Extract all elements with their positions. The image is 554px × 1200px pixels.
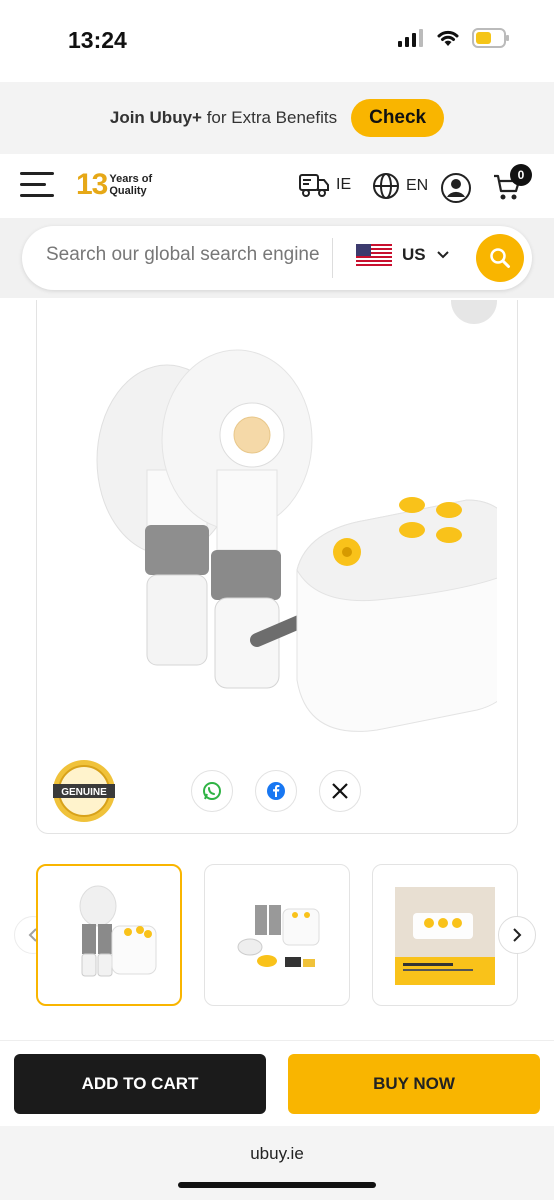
search-icon — [490, 248, 510, 268]
cart-count-badge: 0 — [510, 164, 532, 186]
facebook-share-button[interactable] — [255, 770, 297, 812]
status-icons — [398, 28, 510, 48]
promo-bar: Join Ubuy+ for Extra Benefits Check — [0, 82, 554, 154]
add-to-cart-button[interactable]: ADD TO CART — [14, 1054, 266, 1114]
logo-line1: Years of — [109, 173, 153, 185]
signal-icon — [398, 29, 423, 47]
x-icon — [332, 783, 348, 799]
genuine-label: GENUINE — [61, 787, 107, 798]
purchase-actions: ADD TO CART BUY NOW — [0, 1040, 554, 1126]
chevron-right-icon — [513, 928, 522, 942]
logo-number: 13 — [76, 168, 108, 201]
wifi-icon — [437, 30, 459, 46]
x-share-button[interactable] — [319, 770, 361, 812]
battery-icon — [472, 28, 509, 48]
language-code: EN — [406, 177, 429, 194]
promo-brand: Join Ubuy+ — [109, 108, 202, 127]
promo-text: Join Ubuy+ for Extra Benefits — [110, 108, 337, 128]
status-bar: 13:24 — [0, 0, 554, 82]
chevron-down-icon — [436, 251, 449, 259]
account-button[interactable] — [440, 172, 472, 204]
delivery-selector[interactable]: IE — [298, 172, 351, 198]
next-thumbnail-button[interactable] — [498, 916, 536, 954]
thumbnail-3-image — [395, 887, 495, 985]
share-buttons — [191, 770, 361, 812]
whatsapp-share-button[interactable] — [191, 770, 233, 812]
thumbnail-3[interactable] — [372, 864, 518, 1006]
user-icon — [441, 173, 471, 203]
language-selector[interactable]: EN — [372, 172, 428, 200]
thumbnail-1-image — [79, 885, 157, 977]
whatsapp-icon — [203, 782, 221, 800]
search-section: US — [0, 218, 554, 298]
status-time: 13:24 — [68, 27, 127, 53]
thumbnail-carousel — [0, 864, 554, 1008]
logo[interactable]: 13 Years of Quality — [76, 168, 152, 202]
search-button[interactable] — [476, 234, 524, 282]
cart-button[interactable]: 0 — [492, 164, 532, 207]
thumbnail-1[interactable] — [36, 864, 182, 1006]
promo-desc: for Extra Benefits — [206, 108, 338, 127]
search-divider — [332, 238, 333, 278]
search-input[interactable] — [46, 244, 328, 266]
menu-icon[interactable] — [20, 172, 54, 200]
home-indicator — [178, 1182, 376, 1188]
check-button[interactable]: Check — [351, 99, 445, 137]
globe-icon — [373, 173, 399, 199]
logo-text: Years of Quality — [109, 173, 152, 197]
product-image[interactable] — [77, 340, 497, 750]
genuine-badge: GENUINE — [53, 760, 115, 822]
logo-line2: Quality — [109, 185, 147, 197]
truck-icon — [299, 174, 329, 197]
thumbnail-2-image — [237, 905, 320, 967]
thumbnail-2[interactable] — [204, 864, 350, 1006]
country-code: US — [402, 245, 426, 264]
wishlist-icon[interactable] — [451, 300, 497, 324]
facebook-icon — [267, 782, 285, 800]
site-header: 13 Years of Quality IE EN 0 — [0, 154, 554, 218]
country-selector[interactable]: US — [356, 244, 450, 266]
delivery-country: IE — [336, 176, 352, 193]
search-bar: US — [22, 226, 532, 290]
browser-address-bar: ubuy.ie — [0, 1126, 554, 1200]
product-image-card: GENUINE — [36, 300, 518, 834]
us-flag-icon — [356, 244, 392, 266]
buy-now-button[interactable]: BUY NOW — [288, 1054, 540, 1114]
url-label[interactable]: ubuy.ie — [0, 1144, 554, 1164]
